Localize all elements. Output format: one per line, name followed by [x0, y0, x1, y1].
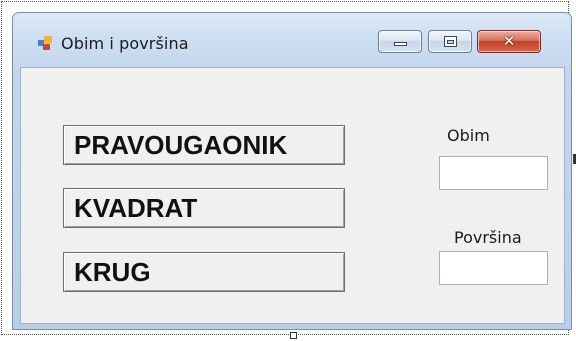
povrsina-textbox[interactable]	[439, 251, 548, 285]
form-window: Obim i površina ✕ PRAVOUGAONIK KVADRAT K…	[12, 12, 572, 330]
obim-label: Obim	[447, 126, 490, 145]
pravougaonik-button[interactable]: PRAVOUGAONIK	[63, 125, 345, 165]
close-button[interactable]: ✕	[477, 30, 541, 53]
obim-textbox[interactable]	[439, 156, 548, 190]
form-icon	[38, 36, 52, 50]
minimize-icon	[394, 42, 407, 46]
kvadrat-button[interactable]: KVADRAT	[63, 188, 345, 228]
title-bar[interactable]: Obim i površina ✕	[13, 13, 571, 65]
bottom-resize-handle[interactable]	[290, 332, 297, 339]
krug-button[interactable]: KRUG	[63, 252, 345, 292]
minimize-button[interactable]	[378, 30, 422, 53]
maximize-button[interactable]	[428, 30, 472, 53]
window-title: Obim i površina	[61, 34, 189, 53]
close-icon: ✕	[502, 32, 516, 50]
povrsina-label: Površina	[454, 228, 522, 247]
maximize-icon	[444, 36, 457, 47]
form-client-area: PRAVOUGAONIK KVADRAT KRUG Obim Površina	[20, 67, 565, 324]
